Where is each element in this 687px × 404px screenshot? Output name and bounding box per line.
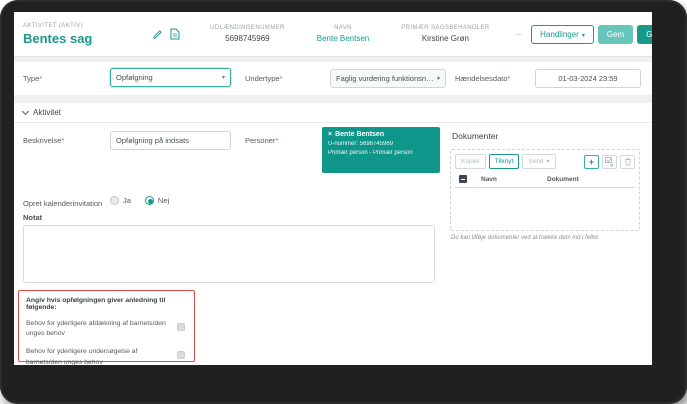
undertype-label: Undertype* [245,74,283,83]
radio-ja-dot[interactable] [110,196,119,205]
haendelsesdato-label: Hændelsesdato* [455,74,510,83]
send-button[interactable]: Send▾ [522,154,555,169]
kalenderinvitation-radio-group: Ja Nej [110,196,169,205]
column-navn: Navn [481,176,539,183]
followup-option-row: Behov for yderligere undersøgelse af bar… [19,339,194,365]
undertype-select-value: Faglig vurdering funktionsneds... [336,74,434,83]
radio-nej-dot[interactable] [145,196,154,205]
type-label: Type* [23,74,42,83]
select-all-checkbox[interactable] [459,175,467,183]
header-dash-separator: – [506,29,532,40]
radio-nej[interactable]: Nej [145,196,169,205]
dokumenter-drop-hint: Du kan tilføje dokumenter ved at trække … [451,235,641,241]
person-chip-name: Bente Bentsen [335,131,384,138]
required-mark: * [61,136,64,145]
handlinger-button[interactable]: Handlinger▾ [531,25,594,44]
followup-option-row: Behov for yderligere afdækning af barnet… [19,311,194,339]
navn-value-link[interactable]: Bente Bentsen [317,34,369,43]
type-select[interactable]: Opfølgning ▾ [110,68,231,87]
kalenderinvitation-label: Opret kalenderinvitation [23,199,102,208]
chevron-down-icon: ▾ [222,74,225,81]
case-title-block: AKTIVITET (AKTIV) Bentes sag [14,23,86,46]
required-mark: * [275,136,278,145]
kopier-button[interactable]: Kopiér [455,154,486,169]
sagsbehandler-value: Kirstine Grøn [401,34,489,43]
notat-textarea[interactable] [23,225,435,283]
required-mark: * [280,74,283,83]
dokumenter-title: Dokumenter [452,131,498,141]
dokumenter-toolbar: Kopiér Tilknyt Send▾ + [455,154,635,169]
document-note-icon[interactable] [170,28,180,40]
trash-icon[interactable] [620,155,635,169]
beskrivelse-label: Beskrivelse* [23,136,64,145]
dokumenter-empty-area[interactable] [455,188,635,222]
header-field-navn: NAVN Bente Bentsen [301,25,385,43]
haendelsesdato-input[interactable] [535,69,641,88]
aktivitet-section-title: Aktivitet [33,108,61,117]
person-chip-unumber: U-nummer: 5698745969 [328,141,434,147]
remove-person-icon[interactable]: × [328,131,332,138]
followup-option-label: Behov for yderligere undersøgelse af bar… [26,348,137,365]
app-window: AKTIVITET (AKTIV) Bentes sag UDLÆNDINGEN… [14,12,652,365]
undertype-select[interactable]: Faglig vurdering funktionsneds... ▾ [330,69,446,88]
aktivitet-section: Aktivitet Beskrivelse* Personer* ×Bente … [14,103,652,365]
unumber-value: 5698745969 [210,34,285,43]
gem-som-button[interactable]: Gem som...▾ [637,25,652,44]
case-header: AKTIVITET (AKTIV) Bentes sag UDLÆNDINGEN… [14,12,652,57]
header-field-sagsbehandler: PRIMÆR SAGSBEHANDLER Kirstine Grøn [385,25,505,43]
tilknyt-button[interactable]: Tilknyt [489,154,520,169]
followup-option-checkbox[interactable] [177,323,185,331]
aktivitet-section-header[interactable]: Aktivitet [14,103,652,123]
chevron-down-icon: ▾ [547,159,550,165]
type-select-value: Opfølgning [116,73,219,82]
radio-nej-label: Nej [158,196,169,205]
radio-ja-label: Ja [123,196,131,205]
followup-option-label: Behov for yderligere afdækning af barnet… [26,320,166,337]
page-title: Bentes sag [23,31,78,46]
followup-annotated-box: Angiv hvis opfølgningen giver anledning … [18,290,195,362]
radio-ja[interactable]: Ja [110,196,131,205]
dokumenter-table-header: Navn Dokument [455,175,635,188]
chevron-down-icon [22,108,29,115]
entity-type-label: AKTIVITET (AKTIV) [23,23,78,29]
beskrivelse-input[interactable] [110,131,231,150]
chevron-down-icon: ▾ [437,75,440,82]
personer-label: Personer* [245,136,278,145]
notat-label: Notat [23,213,42,222]
person-chip-role: Primær person - Primær person [328,150,434,156]
add-document-icon[interactable]: + [584,155,599,169]
select-rows-icon[interactable] [602,155,617,169]
required-mark: * [39,74,42,83]
dokumenter-panel: Kopiér Tilknyt Send▾ + Navn Dokument [450,149,640,231]
column-dokument: Dokument [547,176,579,183]
edit-pencil-icon[interactable] [152,29,163,40]
header-icons [86,28,194,40]
type-row: Type* Opfølgning ▾ Undertype* Faglig vur… [14,62,652,95]
gem-button[interactable]: Gem [598,25,633,44]
header-field-unumber: UDLÆNDINGENUMMER 5698745969 [194,25,301,43]
unumber-label: UDLÆNDINGENUMMER [210,25,285,31]
dokumenter-icon-buttons: + [584,155,635,169]
followup-heading: Angiv hvis opfølgningen giver anledning … [19,291,194,311]
sagsbehandler-label: PRIMÆR SAGSBEHANDLER [401,25,489,31]
navn-label: NAVN [317,25,369,31]
required-mark: * [508,74,511,83]
header-toolbar: Handlinger▾ Gem Gem som...▾ Luk [531,25,652,44]
chevron-down-icon: ▾ [582,33,585,39]
followup-option-checkbox[interactable] [177,351,185,359]
person-chip[interactable]: ×Bente Bentsen U-nummer: 5698745969 Prim… [322,127,440,173]
